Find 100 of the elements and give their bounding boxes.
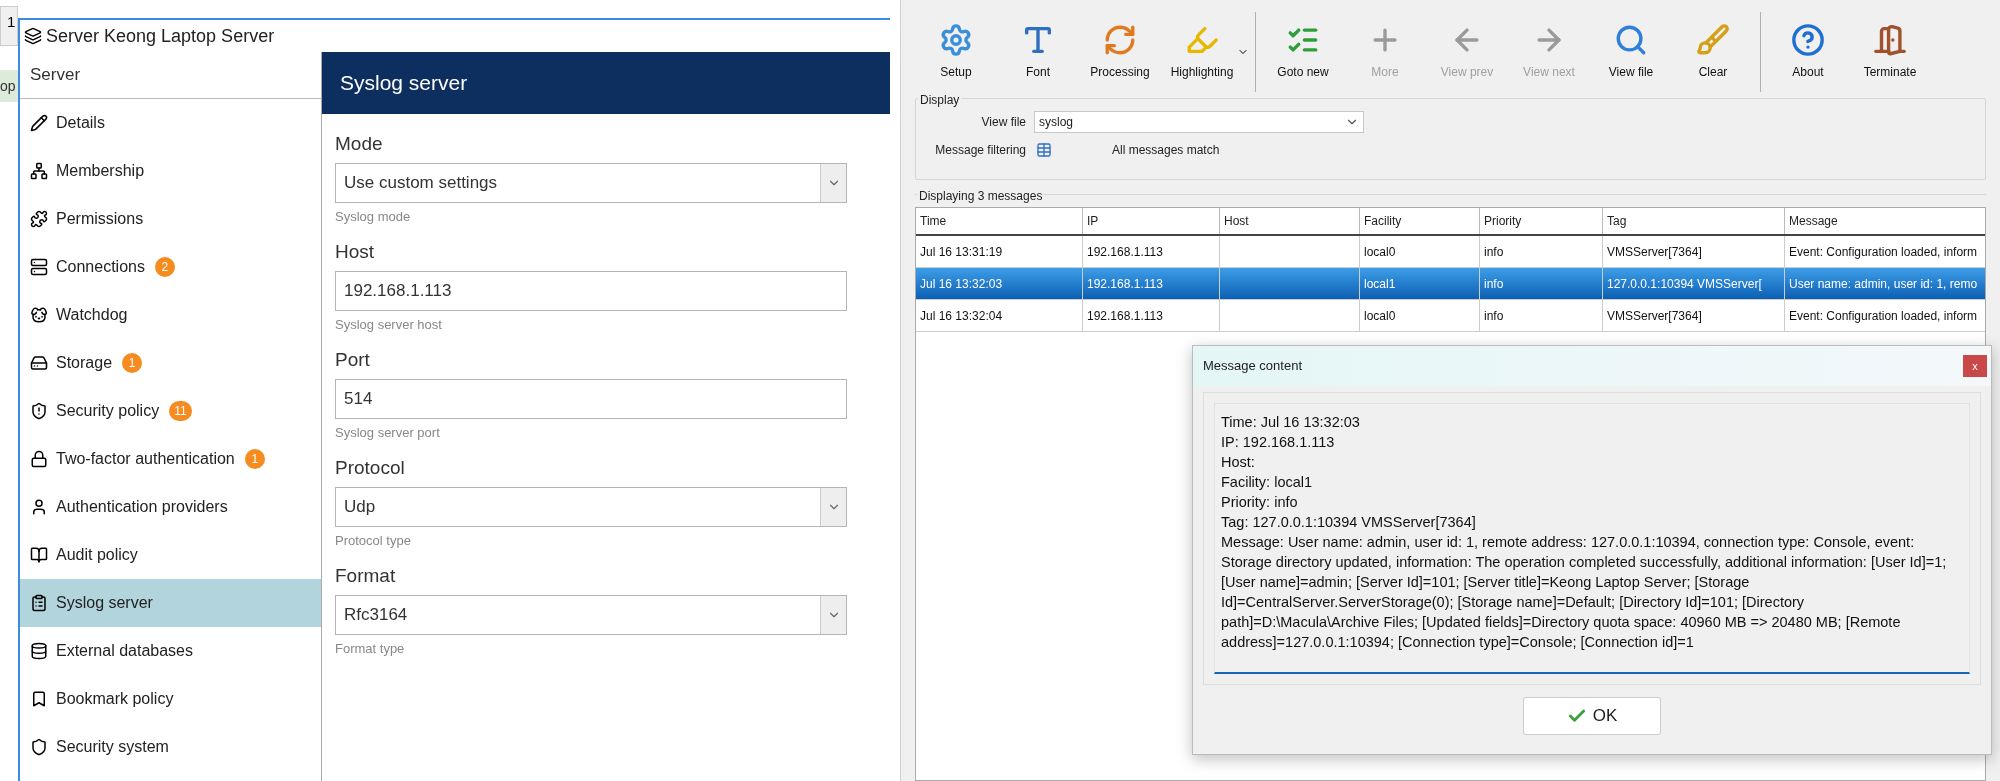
- dialog-title: Message content: [1203, 357, 1302, 376]
- sidebar-item[interactable]: Syslog server: [20, 579, 321, 627]
- toolbar-button[interactable]: Processing: [1079, 16, 1161, 88]
- sidebar-label: Security system: [56, 737, 169, 757]
- toolbar-button[interactable]: Clear: [1672, 16, 1754, 88]
- table-cell-text: 192.168.1.113: [1087, 243, 1163, 261]
- column-header[interactable]: Message: [1785, 208, 1985, 234]
- tab[interactable]: 1: [0, 6, 18, 46]
- sidebar-label: Two-factor authentication: [56, 449, 235, 469]
- field-hint: Syslog server host: [335, 315, 443, 334]
- dog-icon: [30, 306, 48, 324]
- clipboard-icon: [30, 594, 48, 612]
- shield-icon: [30, 402, 48, 420]
- sidebar-label: Permissions: [56, 209, 144, 229]
- field-hint: Format type: [335, 639, 406, 658]
- toolbar-button[interactable]: About: [1767, 16, 1849, 88]
- message-line: Time: Jul 16 13:32:03: [1221, 413, 1361, 432]
- field-label: Format: [335, 564, 397, 588]
- table-cell-text: local0: [1364, 243, 1396, 261]
- table-cell-text: 192.168.1.113: [1087, 307, 1163, 325]
- field-hint: Syslog server port: [335, 423, 441, 442]
- text-field[interactable]: 192.168.1.113: [335, 270, 847, 311]
- toolbar-button[interactable]: View file: [1590, 16, 1672, 88]
- book-icon: [30, 546, 48, 564]
- sidebar-label: External databases: [56, 641, 193, 661]
- pencil-icon: [30, 114, 48, 132]
- toolbar-button[interactable]: Goto new: [1262, 16, 1344, 88]
- sidebar-label: Authentication providers: [56, 497, 228, 517]
- sidebar-label: Watchdog: [56, 305, 128, 325]
- filter-status: All messages match: [1112, 142, 1220, 159]
- ok-button[interactable]: OK: [1523, 697, 1661, 735]
- column-header[interactable]: IP: [1083, 208, 1220, 234]
- refresh-icon: [1103, 23, 1137, 57]
- field-label: Host: [335, 240, 376, 264]
- message-line: Priority: info: [1221, 493, 1299, 512]
- server-icon: [30, 258, 48, 276]
- database-icon: [30, 642, 48, 660]
- table-cell-text: Jul 16 13:32:04: [920, 307, 1003, 325]
- column-header[interactable]: Facility: [1360, 208, 1480, 234]
- count-badge: 1: [244, 449, 265, 469]
- count-badge: 11: [169, 401, 192, 421]
- column-header[interactable]: Priority: [1480, 208, 1603, 234]
- hierarchy-icon: [30, 162, 48, 180]
- sidebar-label: Membership: [56, 161, 145, 181]
- table-cell-text: Jul 16 13:31:19: [920, 243, 1003, 261]
- dropdown[interactable]: Rfc3164: [335, 594, 847, 635]
- column-header[interactable]: Host: [1220, 208, 1360, 234]
- toolbar-button[interactable]: Setup: [915, 16, 997, 88]
- field-label: Protocol: [335, 456, 406, 480]
- count-badge: 2: [154, 257, 175, 277]
- table-cell-text: VMSServer[7364]: [1607, 307, 1702, 325]
- message-line: Host:: [1221, 453, 1256, 472]
- table-cell-text: local0: [1364, 307, 1396, 325]
- table-cell-text: info: [1484, 307, 1504, 325]
- panel-header: Syslog server: [322, 52, 890, 114]
- table-row[interactable]: Jul 16 13:32:03 192.168.1.113 local1 info 127.0.0.1:10394 VMSServer[ User name: admin, user id: 1, remo: [916, 268, 1985, 300]
- settings-icon: [939, 23, 973, 57]
- table-cell-text: local1: [1364, 275, 1396, 293]
- field-label: Mode: [335, 132, 384, 156]
- sidebar-label: Syslog server: [56, 593, 153, 613]
- layers-icon: [24, 27, 42, 45]
- text-field[interactable]: 514: [335, 378, 847, 419]
- table-cell-text: Jul 16 13:32:03: [920, 275, 1003, 293]
- toolbar-button[interactable]: Font: [997, 16, 1079, 88]
- toolbar-button[interactable]: Highlighting: [1161, 16, 1243, 88]
- list-row: op: [0, 70, 18, 102]
- puzzle-icon: [30, 210, 48, 228]
- dropdown[interactable]: Udp: [335, 486, 847, 527]
- close-button[interactable]: x: [1963, 355, 1987, 377]
- sidebar-label: Storage: [56, 353, 113, 373]
- dropdown[interactable]: syslog: [1034, 111, 1364, 133]
- column-header[interactable]: Tag: [1603, 208, 1785, 234]
- field-label: Port: [335, 348, 371, 372]
- column-header[interactable]: Time: [916, 208, 1083, 234]
- window-title: Server Keong Laptop Server: [46, 24, 275, 48]
- bookmark-icon: [30, 690, 48, 708]
- table-cell-text: info: [1484, 275, 1504, 293]
- sidebar-label: Bookmark policy: [56, 689, 174, 709]
- hard-drive-icon: [30, 354, 48, 372]
- message-text-area[interactable]: [1214, 403, 1970, 674]
- lock-icon: [30, 450, 48, 468]
- message-line: Tag: 127.0.0.1:10394 VMSServer[7364]: [1221, 513, 1477, 532]
- table-row[interactable]: Jul 16 13:32:04 192.168.1.113 local0 info VMSServer[7364] Event: Configuration loaded, inform: [916, 300, 1985, 332]
- dropdown[interactable]: Use custom settings: [335, 162, 847, 203]
- door-icon: [1873, 23, 1907, 57]
- field-hint: Protocol type: [335, 531, 412, 550]
- field-hint: Syslog mode: [335, 207, 412, 226]
- table-cell-text: 127.0.0.1:10394 VMSServer[: [1607, 275, 1762, 293]
- table-cell-text: Event: Configuration loaded, inform: [1789, 243, 1978, 261]
- message-line: Message: User name: admin, user id: 1, remote address: 127.0.0.1:10394, connection type: Console, event: Storage directory updated, information: The operation completed successfully, additional information: [User Id]=1; [User name]=admin; [Server Id]=101; [Server title]=Keong Laptop Server; [Storage Id]=CentralServer.ServerStorage(0); [Storage name]=Default; [Directory Id]=101; [Directory path]=D:\Macula\Archive Files; [Updated fields]=Directory quota space: 40960 MB => 20480 MB; [Remote address]=127.0.0.1:10394; [Connection type]=Console; [Connection id]=1: [1221, 533, 1948, 652]
- search-icon: [1614, 23, 1648, 57]
- sidebar-label: Security policy: [56, 401, 160, 421]
- toolbar-button[interactable]: Terminate: [1849, 16, 1931, 88]
- shield-icon: [30, 738, 48, 756]
- table-cell-text: VMSServer[7364]: [1607, 243, 1702, 261]
- table-cell-text: Event: Configuration loaded, inform: [1789, 307, 1978, 325]
- help-icon: [1791, 23, 1825, 57]
- table-cell-text: info: [1484, 243, 1504, 261]
- sidebar-label: Audit policy: [56, 545, 138, 565]
- table-row[interactable]: Jul 16 13:31:19 192.168.1.113 local0 info VMSServer[7364] Event: Configuration loaded, inform: [916, 236, 1985, 268]
